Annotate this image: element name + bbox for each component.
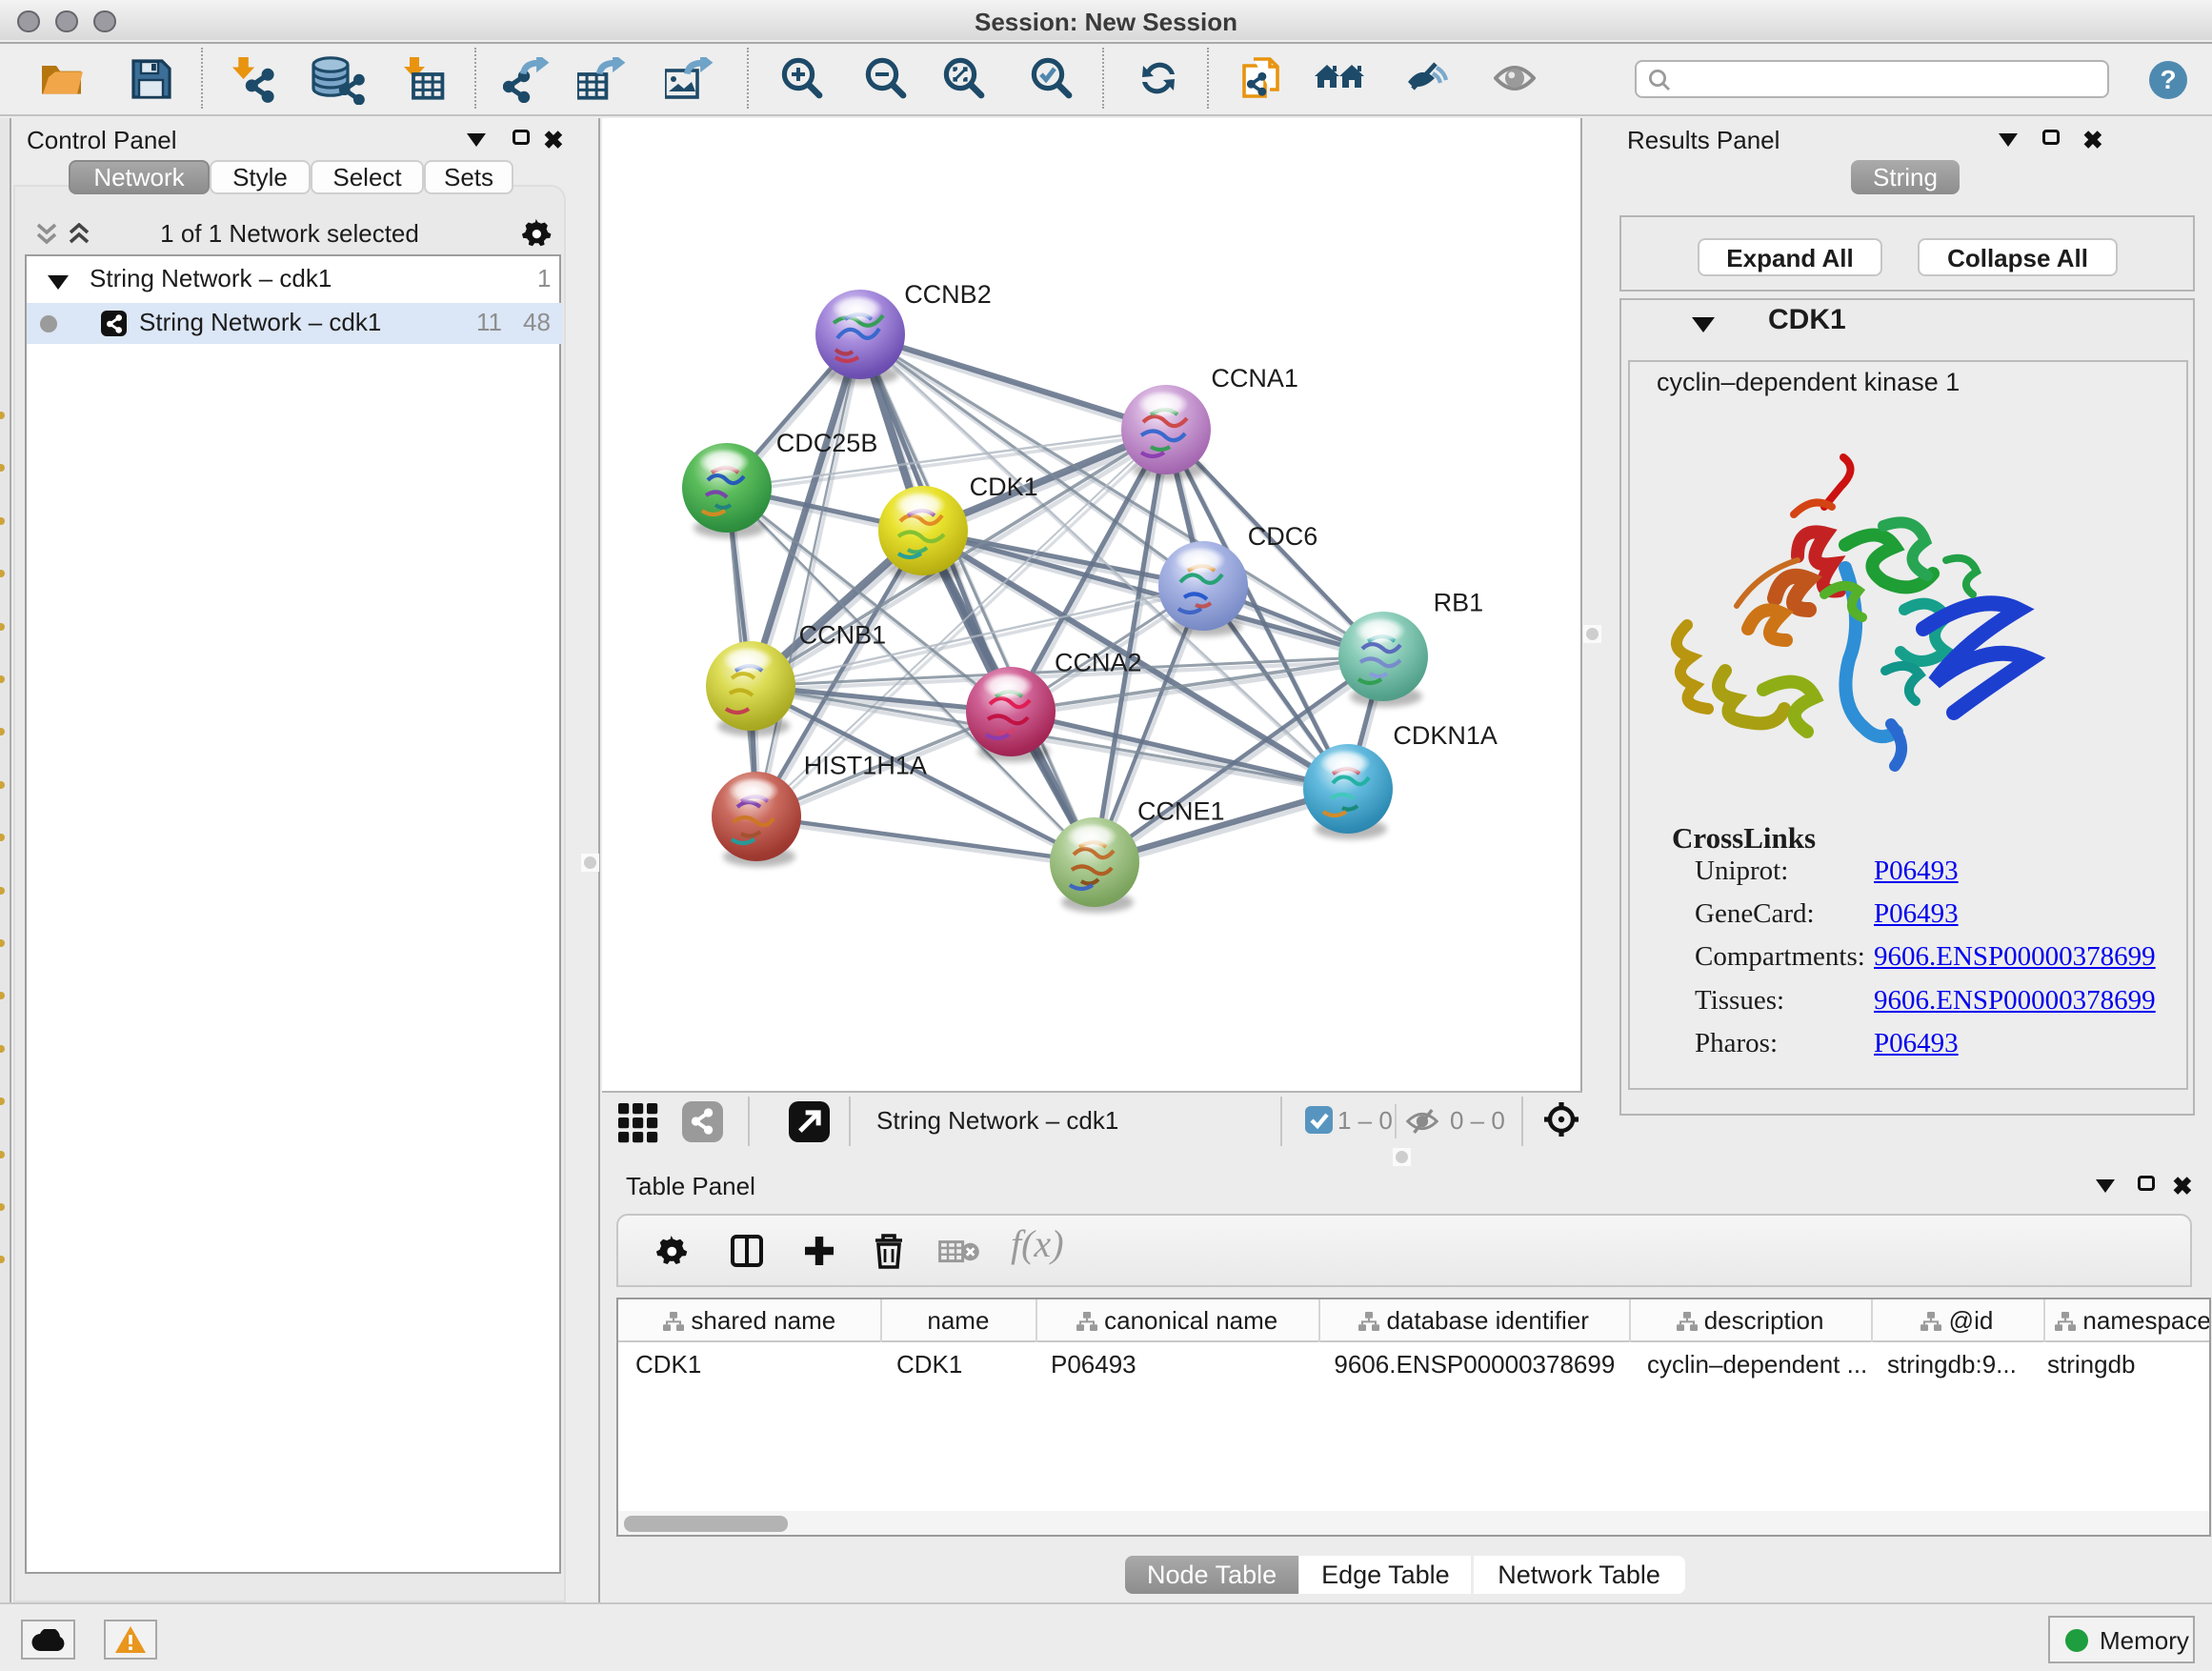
svg-text:RB1: RB1 [1434, 588, 1484, 616]
svg-text:CCNB1: CCNB1 [799, 621, 887, 650]
svg-text:CCNE1: CCNE1 [1137, 797, 1225, 826]
svg-text:CDC6: CDC6 [1248, 522, 1318, 551]
svg-text:CDC25B: CDC25B [776, 429, 878, 457]
svg-text:CCNB2: CCNB2 [904, 280, 992, 309]
svg-text:CCNA2: CCNA2 [1055, 649, 1142, 677]
svg-text:CCNA1: CCNA1 [1211, 364, 1298, 393]
svg-text:CDK1: CDK1 [970, 473, 1038, 501]
svg-text:HIST1H1A: HIST1H1A [804, 752, 927, 780]
svg-text:CDKN1A: CDKN1A [1393, 721, 1498, 750]
